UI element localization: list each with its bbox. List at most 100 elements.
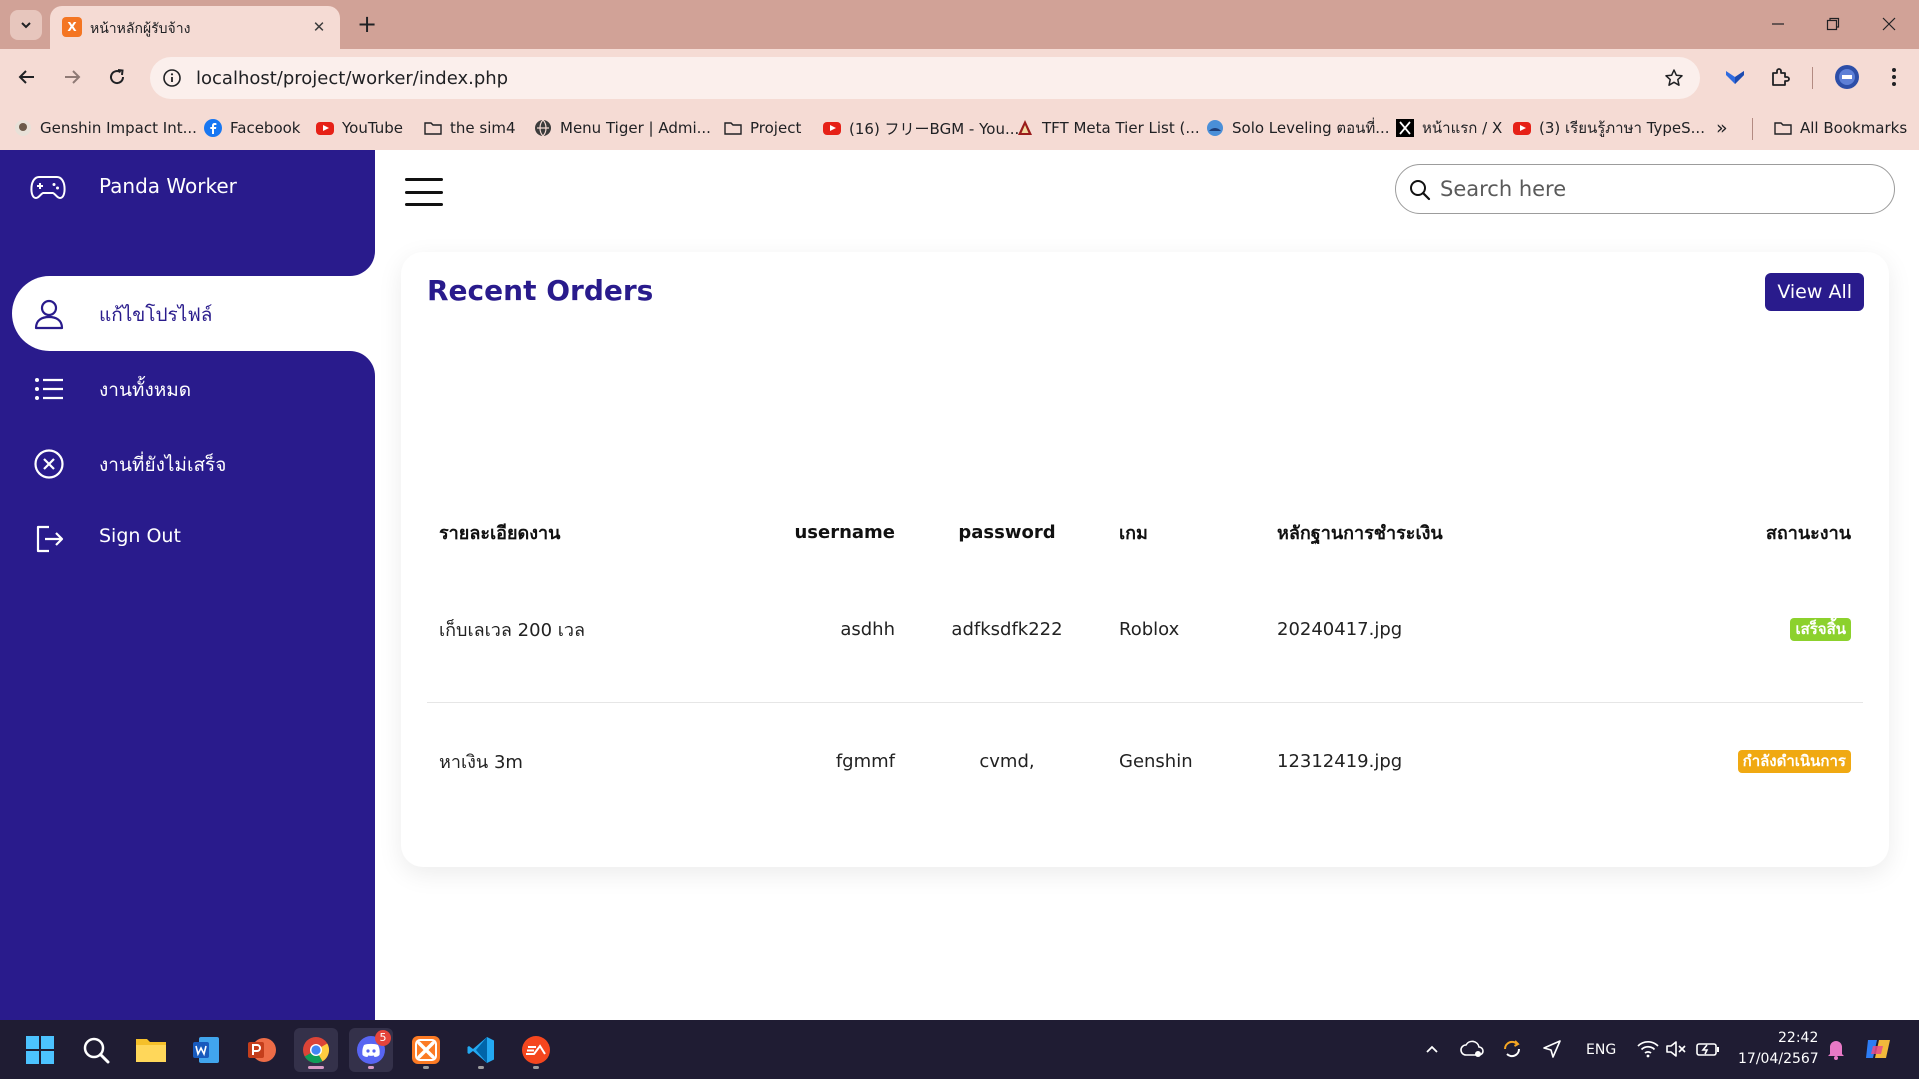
windows-start-icon[interactable] [18, 1028, 62, 1072]
clock-date[interactable]: 17/04/2567 [1738, 1051, 1819, 1067]
taskbar-open-indicator [533, 1066, 539, 1069]
sidebar-item-edit-profile[interactable]: แก้ไขโปรไฟล์ [12, 276, 375, 351]
arrow-left-icon [18, 70, 34, 84]
bookmark-menu-tiger[interactable]: Menu Tiger | Admi... [534, 115, 711, 141]
taskbar-open-indicator [423, 1066, 429, 1069]
view-all-button[interactable]: View All [1765, 273, 1864, 311]
column-header-status: สถานะงาน [1765, 522, 1851, 544]
speaker-muted-icon[interactable] [1664, 1037, 1688, 1061]
bookmark-typescript[interactable]: (3) เรียนรู้ภาษา TypeS... [1513, 115, 1705, 141]
search-icon [1410, 180, 1431, 201]
brand-title[interactable]: Panda Worker [99, 174, 237, 198]
copilot-icon[interactable] [1862, 1037, 1894, 1061]
discord-icon[interactable]: 5 [349, 1028, 393, 1072]
extension-bitwarden-icon[interactable] [1719, 61, 1751, 93]
menu-toggle-icon[interactable] [405, 178, 443, 206]
bookmark-facebook[interactable]: Facebook [204, 115, 300, 141]
tab-title: หน้าหลักผู้รับจ้าง [90, 21, 191, 37]
xampp-icon[interactable] [404, 1028, 448, 1072]
facebook-icon [204, 119, 222, 137]
reload-button[interactable] [100, 60, 134, 94]
all-bookmarks-button[interactable]: All Bookmarks [1774, 115, 1907, 141]
vscode-icon[interactable] [459, 1028, 503, 1072]
address-bar[interactable]: localhost/project/worker/index.php [150, 57, 1700, 99]
url-text[interactable]: localhost/project/worker/index.php [196, 68, 508, 89]
bookmark-folder-project[interactable]: Project [724, 115, 801, 141]
search-input[interactable] [1440, 173, 1880, 205]
language-indicator[interactable]: ENG [1586, 1042, 1616, 1058]
back-button[interactable] [10, 60, 44, 94]
bookmark-label: Solo Leveling ตอนที่... [1232, 119, 1390, 137]
bookmark-x[interactable]: หน้าแรก / X [1396, 115, 1502, 141]
discord-notification-badge: 5 [375, 1030, 391, 1046]
chevron-up-icon[interactable] [1420, 1037, 1444, 1061]
browser-tab-strip: X หน้าหลักผู้รับจ้าง ✕ + [0, 0, 1919, 49]
wifi-icon[interactable] [1636, 1037, 1660, 1061]
status-badge: กำลังดำเนินการ [1737, 749, 1851, 773]
list-icon [32, 372, 66, 406]
word-icon[interactable] [184, 1028, 228, 1072]
battery-charging-icon[interactable] [1696, 1037, 1720, 1061]
restore-button[interactable] [1811, 6, 1855, 42]
recent-orders-card: Recent Orders View All รายละเอียดงาน use… [401, 252, 1889, 867]
sidebar-item-unfinished-jobs[interactable]: งานที่ยังไม่เสร็จ [0, 426, 375, 501]
bookmark-bgm[interactable]: (16) フリーBGM - You... [823, 115, 1019, 141]
column-header-detail: รายละเอียดงาน [439, 522, 561, 544]
powerpoint-icon[interactable] [239, 1028, 283, 1072]
column-header-game: เกม [1119, 522, 1148, 544]
sidebar-item-sign-out[interactable]: Sign Out [0, 501, 375, 576]
sidebar-item-label: งานที่ยังไม่เสร็จ [99, 454, 227, 476]
close-window-button[interactable] [1867, 6, 1911, 42]
search-icon[interactable] [74, 1028, 118, 1072]
tab-close-icon[interactable]: ✕ [308, 16, 330, 38]
x-icon [1396, 119, 1414, 137]
ea-icon[interactable] [514, 1028, 558, 1072]
minimize-button[interactable] [1756, 6, 1800, 42]
bookmark-solo-leveling[interactable]: Solo Leveling ตอนที่... [1206, 115, 1390, 141]
sidebar-item-all-jobs[interactable]: งานทั้งหมด [0, 351, 375, 426]
table-row[interactable]: หาเงิน 3m fgmmf cvmd, Genshin 12312419.j… [427, 702, 1863, 820]
sign-out-icon [32, 522, 66, 556]
person-icon [32, 297, 66, 331]
bookmark-label: All Bookmarks [1800, 119, 1908, 137]
column-header-password: password [958, 521, 1056, 543]
more-bookmarks-button[interactable]: » [1716, 115, 1728, 141]
browser-menu-icon[interactable] [1878, 61, 1910, 93]
profile-avatar[interactable] [1831, 61, 1863, 93]
recent-orders-title: Recent Orders [427, 274, 654, 307]
active-tab[interactable]: X หน้าหลักผู้รับจ้าง ✕ [50, 6, 340, 49]
new-tab-button[interactable]: + [352, 10, 382, 40]
table-row[interactable]: เก็บเลเวล 200 เวล asdhh adfksdfk222 Robl… [427, 557, 1863, 703]
restore-icon [1826, 17, 1840, 31]
bookmark-youtube[interactable]: YouTube [316, 115, 403, 141]
sync-icon[interactable] [1500, 1037, 1524, 1061]
extensions-puzzle-icon[interactable] [1764, 61, 1796, 93]
bookmark-label: (3) เรียนรู้ภาษา TypeS... [1539, 119, 1705, 137]
bookmark-folder-sim4[interactable]: the sim4 [424, 115, 516, 141]
tab-search-button[interactable] [10, 10, 42, 40]
brand[interactable] [30, 172, 66, 202]
globe-icon [534, 119, 552, 137]
close-icon [1882, 17, 1896, 31]
bookmark-star-icon[interactable] [1662, 66, 1686, 90]
location-arrow-icon[interactable] [1540, 1037, 1564, 1061]
file-explorer-icon[interactable] [129, 1028, 173, 1072]
taskbar-open-indicator [478, 1066, 484, 1069]
tft-icon [1016, 119, 1034, 137]
cell-game: Roblox [1107, 557, 1265, 703]
clock-time[interactable]: 22:42 [1778, 1030, 1818, 1046]
chrome-icon[interactable] [294, 1028, 338, 1072]
search-box[interactable] [1395, 164, 1895, 214]
bookmarks-bar: Genshin Impact Int... Facebook YouTube t… [0, 106, 1919, 150]
forward-button[interactable] [55, 60, 89, 94]
site-info-icon[interactable] [160, 66, 184, 90]
cell-password: cvmd, [979, 750, 1035, 772]
bookmark-tft[interactable]: TFT Meta Tier List (... [1016, 115, 1200, 141]
notification-bell-icon[interactable] [1824, 1037, 1848, 1061]
bookmark-label: Facebook [230, 119, 301, 137]
arrow-right-icon [65, 70, 81, 84]
onedrive-cloud-icon[interactable] [1460, 1037, 1484, 1061]
bookmark-genshin[interactable]: Genshin Impact Int... [14, 115, 197, 141]
column-header-payment-proof: หลักฐานการชำระเงิน [1277, 522, 1443, 544]
sidebar-item-label: Sign Out [99, 525, 181, 547]
